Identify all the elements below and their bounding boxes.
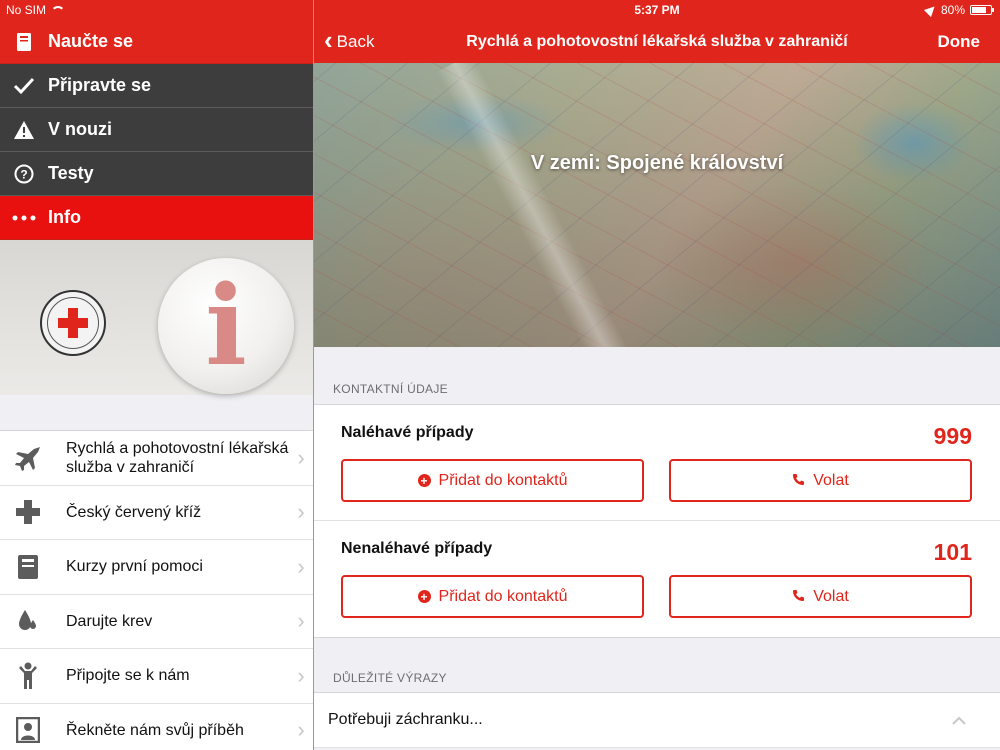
chevron-right-icon: ›: [297, 444, 305, 470]
info-icon: i: [158, 258, 294, 394]
back-button[interactable]: ‹ Back: [324, 24, 375, 56]
page-title: Rychlá a pohotovostní lékařská služba v …: [466, 32, 848, 50]
checkmark-icon: [0, 77, 48, 95]
red-cross-icon: [58, 308, 88, 338]
list-item-kurzy-prvni-pomoci[interactable]: Kurzy první pomoci ›: [0, 540, 313, 595]
wifi-icon: [50, 5, 66, 15]
list-item-label: Rychlá a pohotovostní lékařská služba v …: [66, 439, 289, 476]
menu-item-v-nouzi[interactable]: V nouzi: [0, 108, 313, 152]
detail-pane: 5:37 PM 80% ‹ Back Rychlá a pohotovostní…: [314, 0, 1000, 750]
contacts-section-header: KONTAKTNÍ ÚDAJE: [333, 382, 448, 396]
svg-text:?: ?: [20, 167, 27, 181]
contacts-card: Naléhavé případy 999 + Přidat do kontakt…: [314, 404, 1000, 638]
chevron-up-icon: [952, 709, 966, 730]
airplane-icon: [0, 444, 56, 472]
question-icon: ?: [0, 164, 48, 184]
location-arrow-icon: [923, 2, 939, 18]
contact-row-emergency: Naléhavé případy 999 + Přidat do kontakt…: [314, 405, 1000, 521]
menu-item-pripravte-se[interactable]: Připravte se: [0, 64, 313, 108]
list-item-reknete-nam[interactable]: Řekněte nám svůj příběh ›: [0, 703, 313, 750]
done-button[interactable]: Done: [938, 32, 981, 52]
menu-item-info[interactable]: Info: [0, 196, 313, 240]
country-title: V zemi: Spojené království: [530, 152, 784, 174]
chevron-right-icon: ›: [297, 553, 305, 579]
chevron-right-icon: ›: [297, 662, 305, 688]
add-to-contacts-button[interactable]: + Přidat do kontaktů: [341, 459, 644, 502]
left-sidebar: No SIM Naučte se Připravte se V nouzi ? …: [0, 0, 313, 750]
menu-item-label: Naučte se: [48, 31, 134, 51]
list-item-label: Český červený kříž: [66, 503, 202, 521]
phrase-row[interactable]: Potřebuji záchranku...: [314, 692, 1000, 748]
button-label: Volat: [813, 587, 849, 605]
status-time: 5:37 PM: [634, 3, 680, 17]
cross-icon: [0, 499, 56, 525]
button-label: Přidat do kontaktů: [438, 587, 568, 605]
menu-item-label: Připravte se: [48, 75, 152, 95]
list-item-cesky-cerveny-kriz[interactable]: Český červený kříž ›: [0, 485, 313, 540]
book-icon: [0, 554, 56, 580]
menu-item-testy[interactable]: ? Testy: [0, 152, 313, 196]
contact-label: Naléhavé případy: [341, 424, 474, 441]
navigation-bar: ‹ Back Rychlá a pohotovostní lékařská sl…: [314, 20, 1000, 63]
list-item-label: Kurzy první pomoci: [66, 558, 203, 576]
contact-number: 101: [933, 539, 972, 565]
phone-icon: [792, 473, 805, 489]
blood-drop-icon: [0, 608, 56, 634]
contact-number: 999: [933, 423, 972, 449]
chevron-right-icon: ›: [297, 608, 305, 634]
add-to-contacts-button[interactable]: + Přidat do kontaktů: [341, 575, 644, 618]
back-label: Back: [336, 31, 375, 51]
menu-item-label: Info: [48, 207, 81, 227]
list-item-zahranici[interactable]: Rychlá a pohotovostní lékařská služba v …: [0, 431, 313, 486]
contact-label: Nenaléhavé případy: [341, 540, 493, 557]
battery-percent: 80%: [940, 3, 965, 17]
list-item-label: Připojte se k nám: [66, 667, 190, 685]
plus-circle-icon: +: [417, 590, 431, 603]
phrase-label: Potřebuji záchranku...: [328, 711, 483, 728]
info-banner: i: [0, 240, 313, 395]
chevron-right-icon: ›: [297, 499, 305, 525]
carrier-label: No SIM: [6, 3, 47, 17]
more-dots-icon: [0, 215, 48, 221]
menu-item-label: V nouzi: [48, 119, 112, 139]
chevron-right-icon: ›: [297, 717, 305, 743]
phone-icon: [792, 589, 805, 605]
info-glyph: i: [205, 261, 247, 390]
call-button[interactable]: Volat: [669, 459, 972, 502]
warning-icon: [0, 120, 48, 140]
call-button[interactable]: Volat: [669, 575, 972, 618]
contact-row-non-emergency: Nenaléhavé případy 101 + Přidat do konta…: [314, 521, 1000, 637]
list-item-label: Darujte krev: [66, 612, 153, 630]
list-spacer: [0, 395, 313, 431]
list-item-label: Řekněte nám svůj příběh: [66, 721, 244, 739]
list-item-darujte-krev[interactable]: Darujte krev ›: [0, 594, 313, 649]
list-item-pripojte-se[interactable]: Připojte se k nám ›: [0, 649, 313, 704]
battery-status: 80%: [923, 2, 994, 18]
phrases-section-header: DŮLEŽITÉ VÝRAZY: [333, 671, 447, 685]
chevron-left-icon: ‹: [324, 24, 333, 55]
button-label: Volat: [813, 471, 849, 489]
battery-icon: [970, 5, 994, 15]
status-bar: 5:37 PM 80%: [314, 0, 1000, 20]
person-icon: [0, 662, 56, 690]
book-icon: [0, 32, 48, 52]
button-label: Přidat do kontaktů: [438, 471, 568, 489]
menu-item-label: Testy: [48, 163, 94, 183]
menu-item-naucte-se[interactable]: Naučte se: [0, 20, 313, 64]
red-cross-logo: [40, 290, 106, 356]
map-hero-image: V zemi: Spojené království: [314, 63, 1000, 347]
plus-circle-icon: +: [417, 474, 431, 487]
portrait-icon: [0, 717, 56, 744]
status-bar-left: No SIM: [0, 0, 313, 20]
